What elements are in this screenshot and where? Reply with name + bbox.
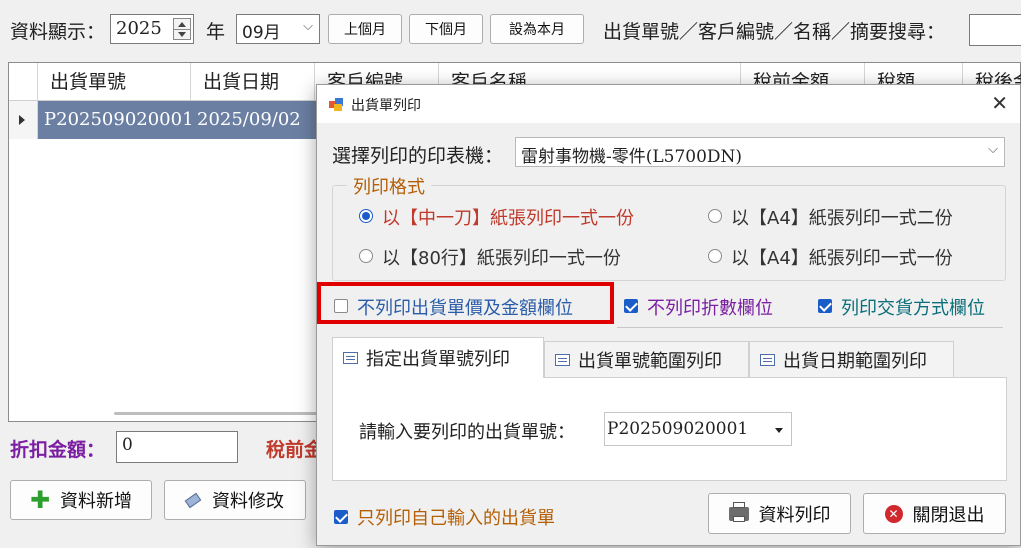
close-icon[interactable]: ✕ bbox=[991, 91, 1008, 115]
close-circle-icon: ✕ bbox=[884, 504, 903, 523]
tab-label: 出貨單號範圍列印 bbox=[578, 350, 722, 372]
spin-up-icon[interactable] bbox=[178, 22, 186, 27]
format-radio-1[interactable] bbox=[359, 209, 373, 223]
dialog-title: 出貨單列印 bbox=[351, 98, 421, 114]
add-record-button[interactable]: ✚ 資料新增 bbox=[10, 480, 152, 520]
search-label: 出貨單號／客戶編號／名稱／摘要搜尋： bbox=[603, 21, 946, 43]
tab-no-range[interactable]: 出貨單號範圍列印 bbox=[544, 341, 749, 377]
row-selector-icon[interactable] bbox=[9, 101, 38, 139]
eraser-icon bbox=[184, 492, 202, 508]
shipment-no-select[interactable]: P202509020001 bbox=[604, 412, 792, 446]
printer-select[interactable]: 雷射事物機-零件(L5700DN) ⌵ bbox=[515, 137, 1005, 167]
close-exit-button[interactable]: ✕ 關閉退出 bbox=[863, 493, 1006, 534]
dialog-titlebar[interactable]: 出貨單列印 ✕ bbox=[317, 85, 1020, 123]
next-month-button[interactable]: 下個月 bbox=[409, 14, 483, 44]
spinner-buttons[interactable] bbox=[173, 18, 191, 40]
format-radio-3[interactable] bbox=[359, 249, 373, 263]
row-header-corner bbox=[9, 63, 38, 101]
print-button[interactable]: 資料列印 bbox=[708, 493, 851, 534]
discount-input[interactable]: 0 bbox=[116, 431, 238, 463]
delivery-label[interactable]: 列印交貨方式欄位 bbox=[841, 294, 985, 320]
no-discount-checkbox[interactable] bbox=[624, 299, 638, 313]
month-select[interactable]: 09月 ⌵ bbox=[236, 14, 320, 44]
edit-record-button[interactable]: 資料修改 bbox=[164, 480, 306, 520]
col-header-date[interactable]: 出貨日期 bbox=[191, 63, 315, 101]
add-record-label: 資料新增 bbox=[60, 491, 133, 512]
format-label-2[interactable]: 以【A4】紙張列印一式二份 bbox=[731, 204, 953, 230]
format-group-title: 列印格式 bbox=[347, 173, 431, 199]
options-divider bbox=[617, 327, 1003, 328]
tab-label: 指定出貨單號列印 bbox=[366, 349, 510, 370]
cell-shipment-no[interactable]: P202509020001 bbox=[38, 101, 194, 139]
year-spinner[interactable]: 2025 bbox=[110, 14, 194, 44]
chevron-down-icon[interactable]: ⌵ bbox=[988, 142, 998, 157]
print-dialog[interactable]: 出貨單列印 ✕ 選擇列印的印表機： 雷射事物機-零件(L5700DN) ⌵ 列印… bbox=[316, 84, 1021, 546]
search-input[interactable] bbox=[969, 14, 1021, 46]
format-radio-4[interactable] bbox=[708, 249, 722, 263]
shipment-no-value: P202509020001 bbox=[607, 419, 749, 439]
form-icon bbox=[555, 353, 570, 366]
printer-label: 選擇列印的印表機： bbox=[332, 145, 504, 167]
pretax-label: 稅前金 bbox=[266, 439, 324, 461]
tab-specific-no[interactable]: 指定出貨單號列印 bbox=[332, 337, 544, 378]
prev-month-button[interactable]: 上個月 bbox=[328, 14, 402, 44]
this-month-button[interactable]: 設為本月 bbox=[490, 14, 584, 44]
discount-value: 0 bbox=[122, 435, 133, 455]
col-header-no[interactable]: 出貨單號 bbox=[38, 63, 191, 101]
cell-shipment-date[interactable]: 2025/09/02 bbox=[191, 101, 301, 139]
discount-label: 折扣金額： bbox=[10, 439, 106, 461]
tab-label: 出貨日期範圍列印 bbox=[783, 350, 927, 372]
tab-panel: 請輸入要列印的出貨單號： P202509020001 bbox=[332, 377, 1007, 481]
chevron-down-icon[interactable]: ⌵ bbox=[303, 19, 313, 34]
caret-down-icon[interactable] bbox=[775, 428, 783, 433]
no-discount-label[interactable]: 不列印折數欄位 bbox=[647, 294, 773, 320]
printer-value: 雷射事物機-零件(L5700DN) bbox=[521, 147, 743, 167]
year-input[interactable]: 2025 bbox=[116, 18, 162, 39]
shipment-no-label: 請輸入要列印的出貨單號： bbox=[359, 422, 575, 443]
display-label: 資料顯示： bbox=[10, 21, 106, 43]
format-radio-2[interactable] bbox=[708, 209, 722, 223]
no-price-label[interactable]: 不列印出貨單價及金額欄位 bbox=[357, 294, 573, 320]
no-price-checkbox[interactable] bbox=[334, 299, 348, 313]
form-icon bbox=[343, 352, 358, 364]
delivery-checkbox[interactable] bbox=[818, 299, 832, 313]
tab-date-range[interactable]: 出貨日期範圍列印 bbox=[749, 341, 954, 377]
form-icon bbox=[760, 353, 775, 366]
plus-icon: ✚ bbox=[29, 486, 51, 514]
format-label-4[interactable]: 以【A4】紙張列印一式一份 bbox=[731, 244, 953, 270]
edit-record-label: 資料修改 bbox=[212, 491, 284, 512]
app-icon bbox=[329, 98, 343, 111]
format-label-1[interactable]: 以【中一刀】紙張列印一式一份 bbox=[382, 204, 634, 230]
spin-down-icon[interactable] bbox=[178, 32, 186, 37]
printer-icon bbox=[728, 501, 749, 522]
close-exit-label: 關閉退出 bbox=[912, 504, 985, 526]
month-value: 09月 bbox=[242, 23, 281, 43]
year-label: 年 bbox=[206, 21, 226, 43]
print-label: 資料列印 bbox=[758, 504, 831, 526]
own-only-label[interactable]: 只列印自己輸入的出貨單 bbox=[357, 504, 555, 530]
own-only-checkbox[interactable] bbox=[334, 510, 348, 524]
format-label-3[interactable]: 以【80行】紙張列印一式一份 bbox=[382, 244, 621, 270]
